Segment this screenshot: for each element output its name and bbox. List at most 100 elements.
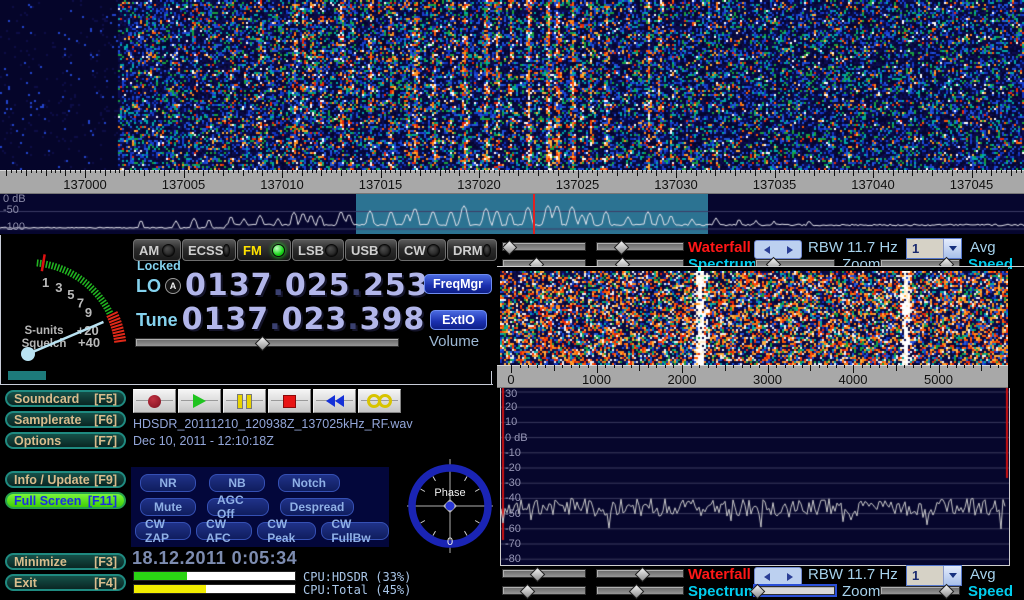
tune-frequency-display[interactable]: 0137.023.398	[182, 305, 426, 335]
phase-indicator: Phase 0	[405, 456, 495, 554]
squelch-indicator[interactable]	[8, 371, 46, 380]
mode-button-usb[interactable]: USB	[345, 239, 397, 261]
rf-spectrum[interactable]: 0 dB -50 -100	[0, 194, 1024, 234]
af-spectrum[interactable]: 3020100 dB-10-20-30-40-50-60-70-80	[500, 388, 1010, 566]
svg-text:Phase: Phase	[434, 487, 465, 499]
sidebar-button-options[interactable]: Options[F7]	[5, 432, 126, 449]
mode-button-am[interactable]: AM	[133, 239, 181, 261]
rf-frequency-ruler[interactable]: 1370001370051370101370151370201370251370…	[0, 170, 1024, 194]
dsp-button-cw-peak[interactable]: CW Peak	[257, 522, 316, 540]
lo-frequency-row: LO A 0137.025.253	[136, 270, 429, 302]
sidebar-button-fullscreen[interactable]: Full Screen[F11]	[5, 492, 126, 509]
hdsdr-window: 1370001370051370101370151370201370251370…	[0, 0, 1024, 600]
led-indicator	[162, 244, 175, 257]
tune-label: Tune	[136, 310, 178, 331]
mode-button-cw[interactable]: CW	[398, 239, 446, 261]
volume-label: Volume	[429, 333, 479, 350]
af-waterfall[interactable]	[500, 271, 1008, 365]
svg-text:S-units: S-units	[25, 325, 64, 337]
waterfall-brightness-slider[interactable]	[596, 569, 684, 578]
mode-button-fm[interactable]: FM	[237, 239, 291, 261]
dsp-button-cw-zap[interactable]: CW ZAP	[135, 522, 191, 540]
avg-label: Avg	[970, 239, 996, 256]
cpu-hdsdr-text: CPU:HDSDR (33%)	[303, 570, 411, 584]
rf-db-label: -50	[3, 204, 19, 216]
svg-text:3: 3	[55, 280, 62, 295]
right-arrow-icon[interactable]	[778, 241, 801, 258]
zoom-slider[interactable]	[755, 586, 835, 595]
avg-dropdown[interactable]: 1	[906, 565, 962, 586]
dsp-panel: NR NB Notch Mute AGC Off Despread CW ZAP…	[131, 467, 389, 547]
cpu-total-bar	[133, 584, 296, 594]
waterfall-shift-control[interactable]	[754, 240, 802, 259]
waterfall-contrast-slider[interactable]	[502, 569, 586, 578]
stop-button[interactable]	[268, 389, 311, 413]
pause-button[interactable]	[223, 389, 266, 413]
left-arrow-icon[interactable]	[755, 241, 778, 258]
mode-button-ecss[interactable]: ECSS	[182, 239, 236, 261]
volume-slider[interactable]	[135, 338, 399, 347]
auto-lock-badge-icon[interactable]: A	[165, 278, 181, 294]
pause-icon	[237, 394, 252, 409]
dsp-button-mute[interactable]: Mute	[140, 498, 196, 516]
cpu-hdsdr-bar	[133, 571, 296, 581]
dsp-button-nr[interactable]: NR	[140, 474, 196, 492]
sidebar-button-minimize[interactable]: Minimize[F3]	[5, 553, 126, 570]
waterfall-label: Waterfall	[688, 239, 751, 256]
sidebar-button-soundcard[interactable]: Soundcard[F5]	[5, 390, 126, 407]
sidebar-button-samplerate[interactable]: Samplerate[F6]	[5, 411, 126, 428]
af-display-controls-bottom: Waterfall RBW 11.7 Hz 1 Avg Spectrum Zoo…	[497, 566, 1024, 600]
spectrum-range-slider[interactable]	[596, 586, 684, 595]
svg-text:0: 0	[447, 536, 453, 548]
lo-label: LO	[136, 276, 161, 297]
spectrum-ref-slider[interactable]	[502, 586, 586, 595]
mode-button-drm[interactable]: DRM	[447, 239, 497, 261]
dsp-button-agc-off[interactable]: AGC Off	[207, 498, 269, 516]
tune-marker-line	[533, 194, 535, 234]
sidebar-button-info-update[interactable]: Info / Update[F9]	[5, 471, 126, 488]
rbw-label: RBW 11.7 Hz	[808, 239, 898, 256]
avg-label: Avg	[970, 566, 996, 583]
svg-text:5: 5	[67, 287, 74, 302]
waterfall-shift-control[interactable]	[754, 567, 802, 586]
led-indicator	[427, 244, 440, 257]
left-arrow-icon[interactable]	[755, 568, 778, 585]
rbw-label: RBW 11.7 Hz	[808, 566, 898, 583]
play-icon	[193, 394, 206, 408]
avg-dropdown[interactable]: 1	[906, 238, 962, 259]
play-button[interactable]	[178, 389, 221, 413]
rf-waterfall[interactable]	[0, 0, 1024, 170]
waterfall-brightness-slider[interactable]	[596, 242, 684, 251]
extio-button[interactable]: ExtIO	[430, 310, 487, 330]
record-button[interactable]	[133, 389, 176, 413]
rewind-icon	[326, 395, 344, 407]
svg-text:+40: +40	[78, 335, 100, 350]
led-indicator	[483, 244, 491, 257]
datetime-display: 18.12.2011 0:05:34	[132, 548, 297, 569]
record-icon	[148, 395, 161, 408]
rewind-button[interactable]	[313, 389, 356, 413]
speed-slider[interactable]	[880, 586, 960, 595]
lo-frequency-display[interactable]: 0137.025.253	[185, 271, 429, 301]
dsp-button-notch[interactable]: Notch	[278, 474, 340, 492]
mode-button-lsb[interactable]: LSB	[292, 239, 344, 261]
right-arrow-icon[interactable]	[778, 568, 801, 585]
dsp-button-cw-afc[interactable]: CW AFC	[196, 522, 252, 540]
freqmgr-button[interactable]: FreqMgr	[424, 274, 492, 294]
dsp-button-nb[interactable]: NB	[209, 474, 265, 492]
waterfall-contrast-slider[interactable]	[502, 242, 586, 251]
loop-button[interactable]	[358, 389, 401, 413]
sidebar-button-exit[interactable]: Exit[F4]	[5, 574, 126, 591]
led-indicator	[223, 244, 230, 257]
af-frequency-ruler[interactable]: 010002000300040005000	[497, 365, 1008, 388]
stop-icon	[283, 395, 296, 408]
dsp-button-cw-fullbw[interactable]: CW FullBw	[321, 522, 389, 540]
loop-icon	[367, 394, 392, 408]
dsp-button-despread[interactable]: Despread	[280, 498, 354, 516]
svg-text:7: 7	[77, 295, 84, 310]
zoom-label: Zoom	[842, 583, 880, 600]
dropdown-chevron-icon[interactable]	[943, 239, 961, 258]
led-indicator	[325, 244, 338, 257]
dropdown-chevron-icon[interactable]	[943, 566, 961, 585]
recording-timestamp: Dec 10, 2011 - 12:10:18Z	[133, 434, 274, 448]
